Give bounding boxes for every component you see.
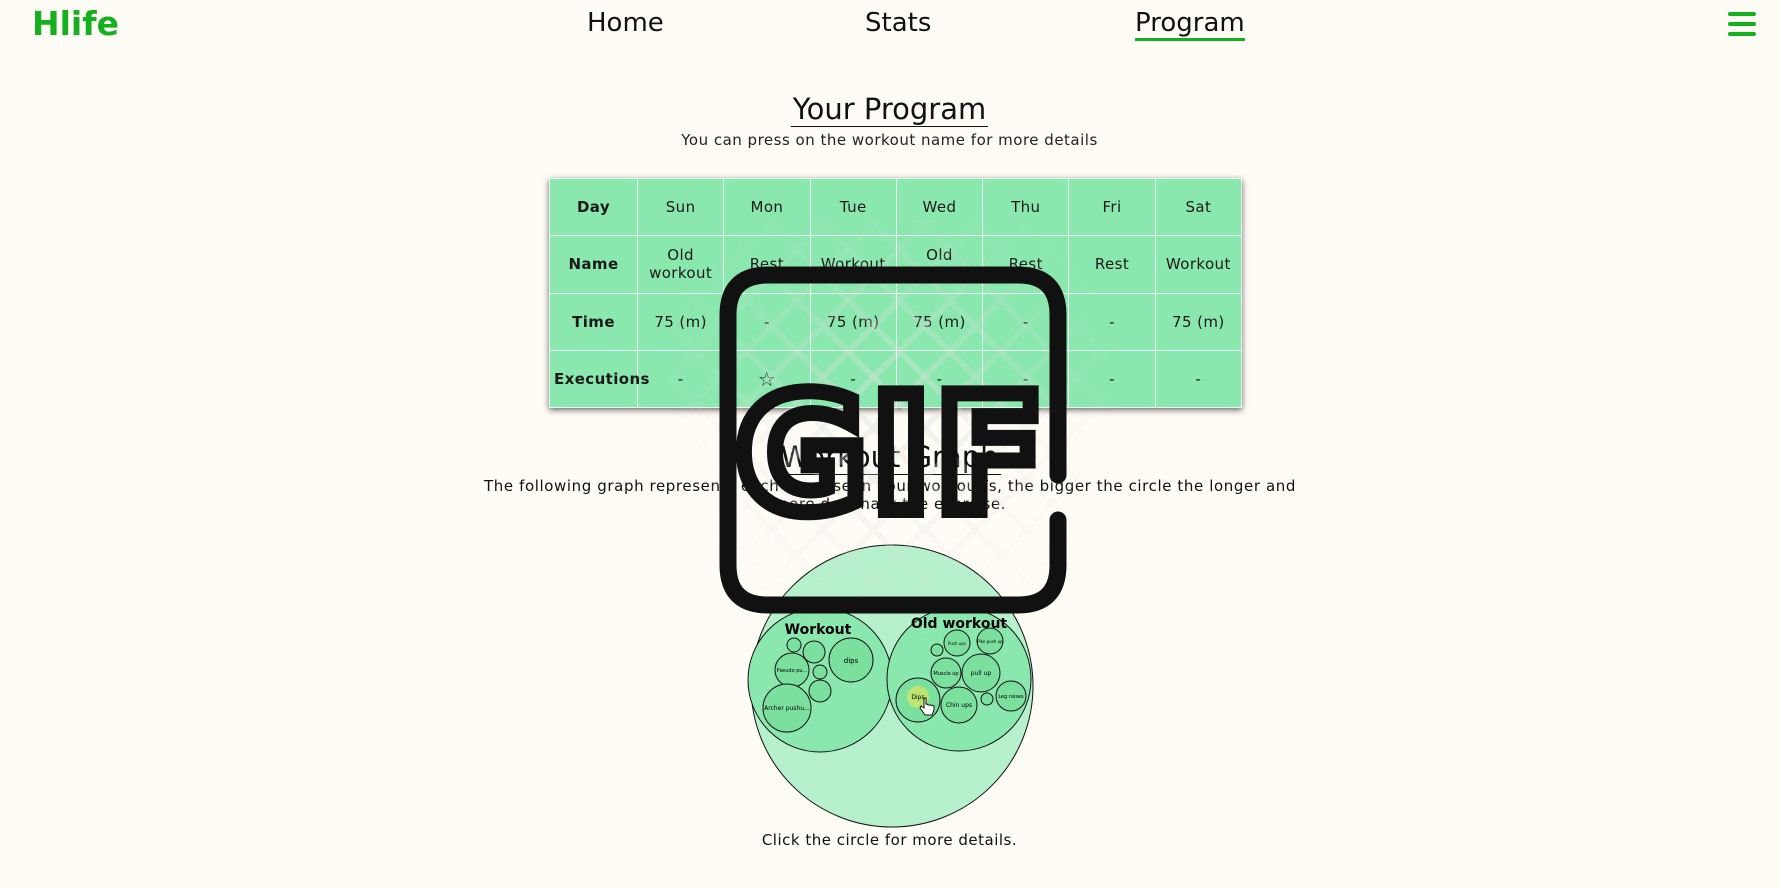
exercise-label: Archer pushu... — [764, 705, 810, 712]
workout-bubble-graph[interactable]: Workout dips Pseudo pu... Archer pushu..… — [740, 540, 1040, 830]
nav-stats[interactable]: Stats — [865, 8, 931, 38]
table-row: Time 75 (m) - 75 (m) 75 (m) - - 75 (m) — [549, 292, 1243, 351]
day-cell: Tue — [809, 177, 897, 237]
executions-cell: - — [895, 349, 984, 409]
row-label-day: Day — [549, 177, 638, 237]
workout-name-cell[interactable]: Workout — [1154, 235, 1243, 294]
exercise-label: Pseudo pu... — [777, 668, 808, 674]
workout-name-cell[interactable]: Workout — [809, 235, 897, 294]
nav-home[interactable]: Home — [587, 8, 664, 38]
time-cell: 75 (m) — [895, 292, 984, 351]
executions-cell: - — [1068, 349, 1156, 409]
row-label-executions: Executions — [549, 349, 649, 409]
exercise-bubble[interactable] — [812, 664, 828, 680]
table-row: Executions - ☆ - - - - - — [549, 349, 1243, 409]
exercise-label: Leg raises — [998, 694, 1024, 700]
graph-description: The following graph represents each exer… — [484, 477, 1296, 513]
workout-group-label: Workout — [785, 622, 852, 638]
time-cell: - — [982, 292, 1070, 351]
exercise-label: pull up — [971, 670, 992, 677]
executions-cell: - — [809, 349, 897, 409]
executions-cell[interactable]: ☆ — [723, 349, 811, 409]
exercise-label: Push ups — [948, 641, 966, 646]
exercise-label: Muscle up — [933, 671, 958, 677]
row-label-name: Name — [549, 235, 638, 294]
exercise-bubble[interactable] — [802, 640, 826, 664]
executions-cell: - — [636, 349, 725, 409]
day-cell: Wed — [895, 177, 984, 237]
hamburger-menu-icon[interactable] — [1728, 12, 1756, 38]
exercise-bubble[interactable] — [930, 643, 944, 657]
day-cell: Thu — [982, 177, 1070, 237]
day-cell: Mon — [723, 177, 811, 237]
program-subtitle: You can press on the workout name for mo… — [681, 131, 1098, 149]
exercise-label: Dips — [911, 694, 924, 701]
day-cell: Fri — [1068, 177, 1156, 237]
graph-click-hint: Click the circle for more details. — [761, 831, 1018, 849]
table-row: Name Old workout Rest Workout Old workou… — [549, 235, 1243, 294]
executions-cell: - — [982, 349, 1070, 409]
time-cell: - — [1068, 292, 1156, 351]
executions-cell: - — [1154, 349, 1243, 409]
time-cell: 75 (m) — [809, 292, 897, 351]
program-table: Day Sun Mon Tue Wed Thu Fri Sat Name Old… — [549, 177, 1243, 409]
brand-logo[interactable]: Hlife — [32, 4, 119, 43]
workout-name-cell[interactable]: Rest — [1068, 235, 1156, 294]
workout-name-cell[interactable]: Rest — [723, 235, 811, 294]
program-title: Your Program — [790, 92, 989, 127]
time-cell: 75 (m) — [636, 292, 725, 351]
workout-name-cell[interactable]: Old workout — [636, 235, 725, 294]
day-cell: Sun — [636, 177, 725, 237]
exercise-bubble[interactable] — [786, 637, 802, 653]
table-row: Day Sun Mon Tue Wed Thu Fri Sat — [549, 177, 1243, 237]
day-cell: Sat — [1154, 177, 1243, 237]
time-cell: 75 (m) — [1154, 292, 1243, 351]
time-cell: - — [723, 292, 811, 351]
exercise-label: dips — [844, 657, 859, 665]
exercise-label: Chin ups — [946, 702, 972, 709]
exercise-label: Pike push up — [977, 639, 1003, 644]
row-label-time: Time — [549, 292, 638, 351]
workout-name-cell[interactable]: Rest — [982, 235, 1070, 294]
graph-title: Workout Graph — [778, 440, 1001, 475]
exercise-bubble[interactable] — [808, 679, 832, 703]
nav-program[interactable]: Program — [1135, 8, 1245, 41]
exercise-bubble[interactable] — [980, 692, 994, 706]
workout-name-cell[interactable]: Old workout — [895, 235, 984, 294]
